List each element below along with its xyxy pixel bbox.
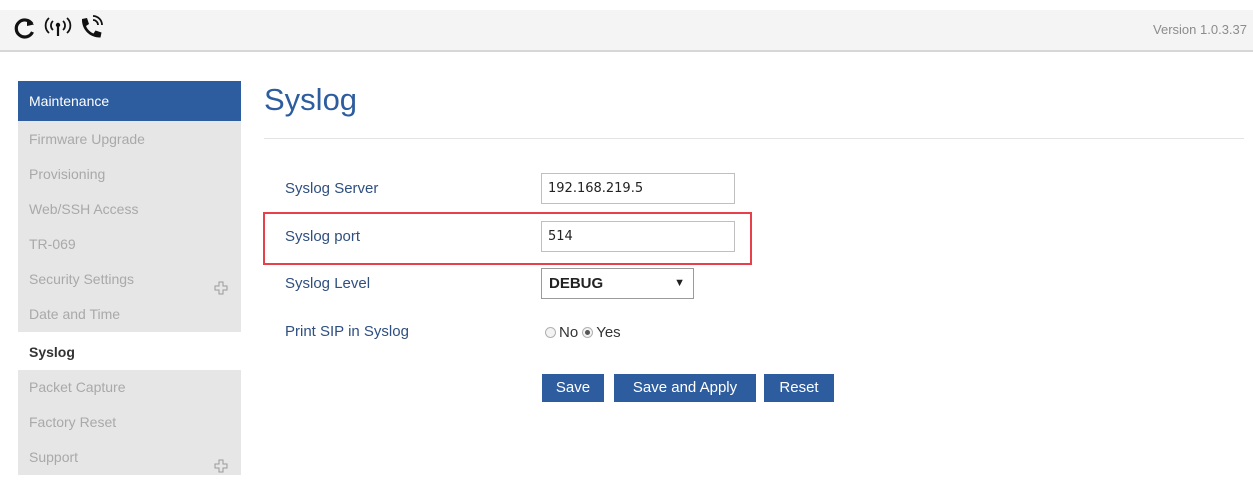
sidebar-item-label: Web/SSH Access [29, 201, 139, 217]
syslog-level-label: Syslog Level [285, 275, 371, 292]
save-button[interactable]: Save [542, 374, 604, 402]
sidebar-item-label: Provisioning [29, 166, 106, 182]
sidebar-item-date-and-time[interactable]: Date and Time [18, 297, 241, 332]
sidebar: Maintenance Firmware Upgrade Provisionin… [18, 81, 241, 475]
status-icons [13, 15, 106, 41]
sidebar-item-provisioning[interactable]: Provisioning [18, 157, 241, 192]
phone-ringing-icon [78, 15, 106, 41]
sidebar-section-maintenance[interactable]: Maintenance [18, 81, 241, 121]
sidebar-item-label: Date and Time [29, 306, 121, 322]
sidebar-item-packet-capture[interactable]: Packet Capture [18, 370, 241, 405]
reset-button[interactable]: Reset [764, 374, 834, 402]
print-sip-label: Print SIP in Syslog [285, 323, 409, 340]
version-label: Version 1.0.3.37 [1153, 22, 1247, 37]
page-title: Syslog [264, 82, 358, 117]
sidebar-item-label: Factory Reset [29, 414, 117, 430]
print-sip-no-radio[interactable] [545, 327, 556, 338]
syslog-level-select[interactable]: DEBUG ▼ [541, 268, 694, 299]
wireless-signal-icon [43, 16, 73, 40]
sidebar-item-syslog[interactable]: Syslog [18, 332, 241, 370]
syslog-server-input[interactable] [541, 173, 735, 204]
sidebar-item-label: Packet Capture [29, 379, 126, 395]
sidebar-item-label: Support [29, 449, 79, 465]
print-sip-yes-radio[interactable] [582, 327, 594, 338]
dropdown-arrow-icon: ▼ [674, 277, 685, 289]
print-sip-no-label: No [559, 324, 579, 341]
sidebar-item-label: TR-069 [29, 236, 76, 252]
title-divider [264, 138, 1244, 139]
sidebar-item-security-settings[interactable]: Security Settings [18, 262, 241, 297]
sidebar-item-web-ssh-access[interactable]: Web/SSH Access [18, 192, 241, 227]
refresh-icon[interactable] [13, 16, 37, 40]
syslog-port-input[interactable] [541, 221, 735, 252]
sidebar-item-factory-reset[interactable]: Factory Reset [18, 405, 241, 440]
syslog-port-label: Syslog port [285, 228, 361, 245]
sidebar-item-label: Security Settings [29, 271, 135, 287]
print-sip-radio-group: No Yes [545, 324, 621, 341]
sidebar-item-label: Firmware Upgrade [29, 131, 145, 147]
sidebar-item-label: Syslog [29, 344, 75, 360]
syslog-server-label: Syslog Server [285, 180, 379, 197]
save-and-apply-button[interactable]: Save and Apply [614, 374, 756, 402]
expand-plus-icon[interactable] [214, 451, 228, 486]
syslog-level-value: DEBUG [549, 275, 604, 292]
top-bar: Version 1.0.3.37 [0, 10, 1253, 52]
print-sip-yes-label: Yes [596, 324, 621, 341]
sidebar-item-firmware-upgrade[interactable]: Firmware Upgrade [18, 121, 241, 157]
sidebar-item-tr-069[interactable]: TR-069 [18, 227, 241, 262]
